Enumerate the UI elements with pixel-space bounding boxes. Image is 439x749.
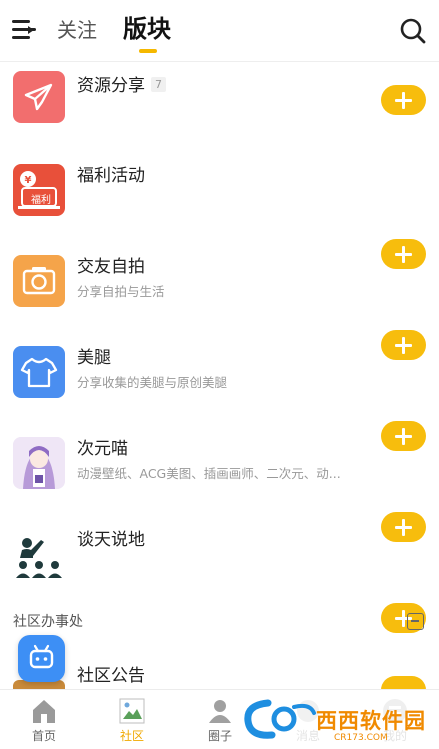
forum-row-chat[interactable]: 谈天说地 (0, 518, 439, 633)
nav-label: 我的 (382, 729, 407, 743)
nav-profile[interactable]: 我的 (351, 690, 439, 749)
forum-title: 谈天说地 (77, 530, 145, 550)
collapse-icon[interactable] (407, 613, 424, 630)
robot-icon (29, 644, 54, 669)
forum-row-resource-share[interactable]: 资源分享 7 (0, 63, 439, 154)
follow-add-button[interactable] (381, 85, 426, 115)
forum-title: 美腿 (77, 348, 111, 368)
nav-label: 圈子 (207, 729, 232, 743)
nav-label: 社区 (119, 729, 144, 743)
forum-title: 交友自拍 (77, 257, 145, 277)
menu-icon[interactable] (12, 19, 36, 41)
follow-add-button[interactable] (381, 676, 426, 690)
nav-label: 消息 (295, 729, 320, 743)
nav-label: 首页 (31, 729, 56, 743)
forum-title: 次元喵 (77, 439, 128, 459)
forum-row-anime[interactable]: 次元喵 动漫壁纸、ACG美图、插画画师、二次元、动... (0, 427, 439, 542)
welfare-gift-icon: ¥ 福利 (13, 164, 65, 216)
nav-messages[interactable]: 消息 (264, 690, 352, 749)
forum-row-selfie[interactable]: 交友自拍 分享自拍与生活 (0, 245, 439, 360)
tab-forums[interactable]: 版块 (123, 13, 171, 45)
nav-circle[interactable]: 圈子 (176, 690, 264, 749)
post-count-badge: 7 (151, 77, 166, 92)
discussion-group-icon (13, 528, 65, 580)
profile-icon (383, 699, 407, 723)
forum-description: 动漫壁纸、ACG美图、插画画师、二次元、动... (77, 466, 341, 481)
tab-follow[interactable]: 关注 (57, 16, 97, 44)
nav-home[interactable]: 首页 (0, 690, 88, 749)
assistant-bot-button[interactable] (18, 635, 65, 682)
tshirt-icon (13, 346, 65, 398)
search-icon[interactable] (399, 17, 427, 45)
forum-title[interactable]: 社区公告 (77, 664, 145, 688)
camera-icon (13, 255, 65, 307)
forum-title: 福利活动 (77, 166, 145, 186)
forum-row-welfare[interactable]: ¥ 福利 福利活动 (0, 154, 439, 269)
circle-icon (209, 700, 231, 723)
svg-text:¥: ¥ (25, 175, 32, 186)
forum-description: 分享收集的美腿与原创美腿 (77, 375, 228, 390)
paper-plane-icon (13, 71, 65, 123)
message-icon (297, 700, 319, 722)
active-tab-indicator (139, 49, 157, 53)
section-title: 社区办事处 (13, 614, 83, 630)
home-icon (33, 700, 55, 723)
top-header: 关注 版块 (0, 0, 439, 62)
community-icon (119, 698, 145, 724)
forum-title: 资源分享 7 (77, 74, 166, 98)
welfare-icon-text: 福利 (31, 195, 51, 206)
anime-thumbnail (13, 437, 65, 489)
nav-community[interactable]: 社区 (88, 690, 176, 749)
forum-description: 分享自拍与生活 (77, 284, 165, 299)
bottom-nav: 首页 社区 圈子 消息 我的 (0, 689, 439, 749)
forum-row-legs[interactable]: 美腿 分享收集的美腿与原创美腿 (0, 336, 439, 451)
